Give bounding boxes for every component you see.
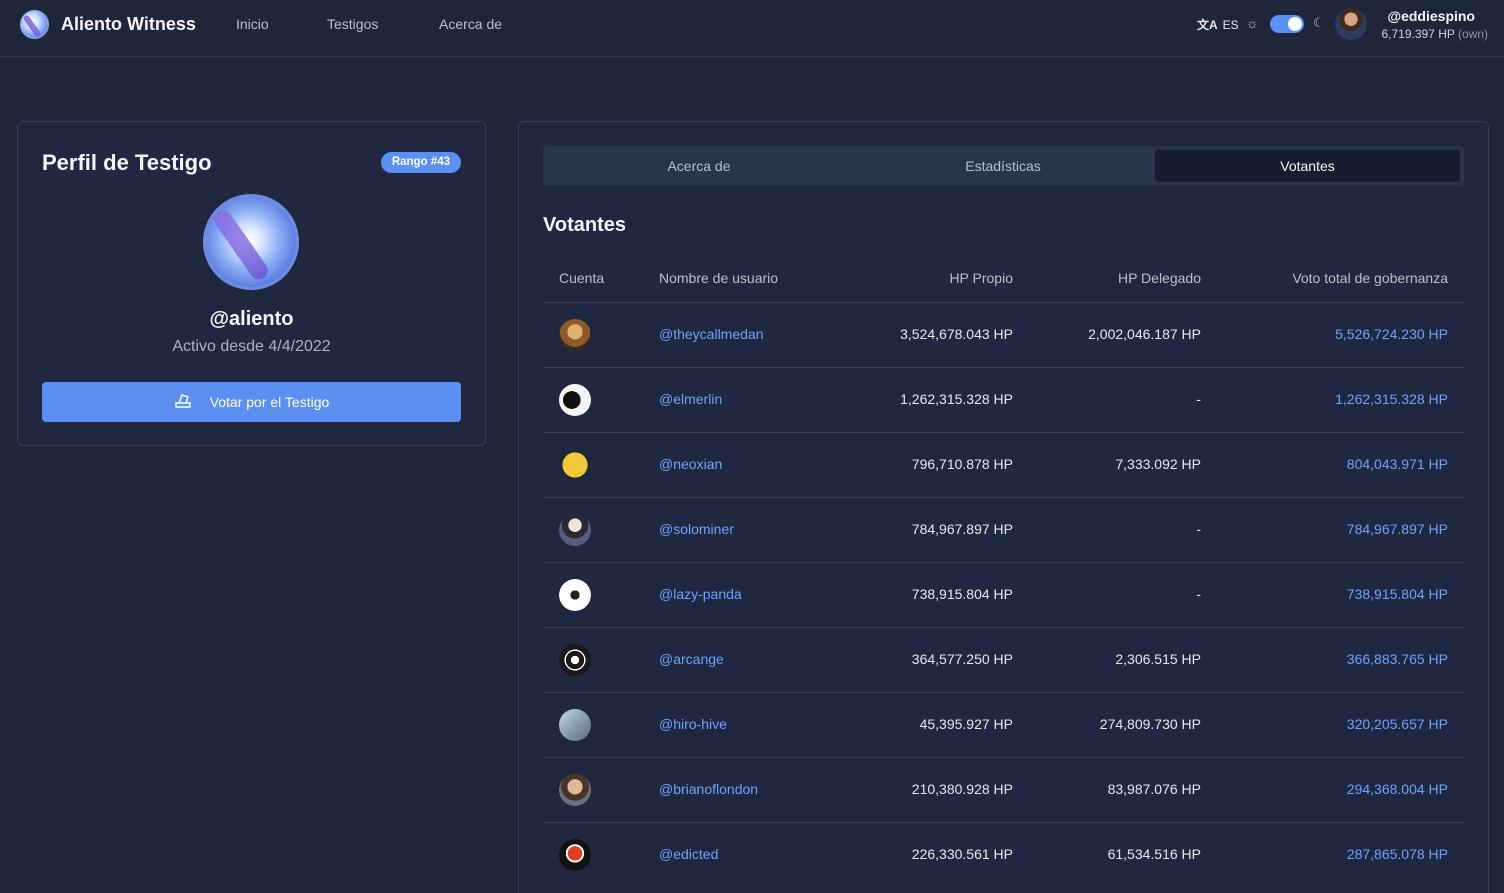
user-hp-value: 6,719.397 HP [1381, 27, 1455, 41]
aliento-logo-icon [20, 9, 49, 39]
avatar[interactable] [559, 514, 591, 546]
brand[interactable]: Aliento Witness [20, 8, 196, 40]
avatar[interactable] [559, 449, 591, 481]
voter-username[interactable]: @arcange [659, 651, 724, 667]
avatar[interactable] [559, 384, 591, 416]
avatar[interactable] [559, 644, 591, 676]
user-handle[interactable]: @eddiespino [1387, 8, 1475, 24]
column-header-username: Nombre de usuario [659, 270, 779, 286]
voter-total-vote[interactable]: 804,043.971 HP [1347, 456, 1448, 472]
column-header-own-hp: HP Propio [949, 270, 1013, 286]
voter-own-hp: 364,577.250 HP [911, 651, 1013, 667]
avatar[interactable] [559, 839, 591, 871]
user-hp: 6,719.397 HP (own) [1381, 27, 1488, 41]
language-selector[interactable]: 文A ES [1197, 16, 1239, 33]
voter-own-hp: 45,395.927 HP [919, 716, 1013, 732]
table-row: @solominer 784,967.897 HP - 784,967.897 … [543, 497, 1464, 562]
nav-link-inicio[interactable]: Inicio [236, 16, 269, 32]
voter-total-vote[interactable]: 366,883.765 HP [1347, 651, 1448, 667]
voter-delegated-hp: 2,002,046.187 HP [1088, 326, 1201, 342]
voter-own-hp: 3,524,678.043 HP [900, 326, 1013, 342]
moon-icon: ☾ [1313, 15, 1325, 30]
avatar[interactable] [559, 774, 591, 806]
voter-total-vote[interactable]: 784,967.897 HP [1347, 521, 1448, 537]
voter-delegated-hp: - [1196, 586, 1201, 602]
tab-estadisticas[interactable]: Estadísticas [851, 150, 1155, 182]
translate-icon: 文A [1197, 18, 1218, 32]
theme-toggle[interactable] [1270, 15, 1304, 33]
voter-delegated-hp: 7,333.092 HP [1115, 456, 1201, 472]
tab-bar: Acerca de Estadísticas Votantes [543, 146, 1464, 186]
voter-username[interactable]: @edicted [659, 846, 718, 862]
voter-delegated-hp: 274,809.730 HP [1099, 716, 1201, 732]
table-row: @lazy-panda 738,915.804 HP - 738,915.804… [543, 562, 1464, 627]
avatar[interactable] [559, 579, 591, 611]
voter-own-hp: 1,262,315.328 HP [900, 391, 1013, 407]
table-row: @hiro-hive 45,395.927 HP 274,809.730 HP … [543, 692, 1464, 757]
voter-username[interactable]: @brianoflondon [659, 781, 758, 797]
table-row: @edicted 226,330.561 HP 61,534.516 HP 28… [543, 822, 1464, 887]
nav-link-testigos[interactable]: Testigos [327, 16, 378, 32]
voter-delegated-hp: 83,987.076 HP [1107, 781, 1201, 797]
voter-username[interactable]: @neoxian [659, 456, 722, 472]
nav-link-acerca-de[interactable]: Acerca de [439, 16, 502, 32]
voter-own-hp: 738,915.804 HP [911, 586, 1013, 602]
tab-acerca-de[interactable]: Acerca de [547, 150, 851, 182]
voter-total-vote[interactable]: 738,915.804 HP [1347, 586, 1448, 602]
voter-total-vote[interactable]: 1,262,315.328 HP [1335, 391, 1448, 407]
voter-username[interactable]: @hiro-hive [659, 716, 727, 732]
column-header-cuenta: Cuenta [559, 270, 605, 286]
column-header-delegated-hp: HP Delegado [1117, 270, 1201, 286]
voter-own-hp: 226,330.561 HP [911, 846, 1013, 862]
voter-total-vote[interactable]: 5,526,724.230 HP [1335, 326, 1448, 342]
voter-username[interactable]: @solominer [659, 521, 734, 537]
voter-delegated-hp: 61,534.516 HP [1107, 846, 1201, 862]
voter-own-hp: 796,710.878 HP [911, 456, 1013, 472]
rank-badge: Rango #43 [380, 152, 461, 173]
voters-table: @theycallmedan 3,524,678.043 HP 2,002,04… [543, 302, 1464, 887]
ballot-box-icon [174, 391, 192, 414]
language-code: ES [1222, 17, 1239, 32]
voter-own-hp: 784,967.897 HP [911, 521, 1013, 537]
voter-delegated-hp: - [1196, 521, 1201, 537]
brand-name: Aliento Witness [61, 13, 196, 34]
witness-active-since: Activo desde 4/4/2022 [172, 338, 331, 355]
profile-title: Perfil de Testigo [42, 150, 212, 175]
top-navigation-bar: Aliento Witness Inicio Testigos Acerca d… [0, 0, 1504, 57]
witness-profile-card: Perfil de Testigo Rango #43 @aliento Act… [17, 121, 486, 446]
table-row: @theycallmedan 3,524,678.043 HP 2,002,04… [543, 302, 1464, 367]
user-avatar[interactable] [1335, 8, 1367, 40]
toggle-knob [1288, 17, 1302, 31]
user-hp-note: (own) [1457, 27, 1488, 41]
table-row: @arcange 364,577.250 HP 2,306.515 HP 366… [543, 627, 1464, 692]
avatar[interactable] [559, 709, 591, 741]
voter-delegated-hp: 2,306.515 HP [1115, 651, 1201, 667]
witness-handle: @aliento [209, 308, 294, 330]
voter-username[interactable]: @theycallmedan [659, 326, 764, 342]
avatar[interactable] [559, 319, 591, 351]
voter-own-hp: 210,380.928 HP [911, 781, 1013, 797]
vote-witness-button[interactable]: Votar por el Testigo [42, 382, 461, 422]
table-row: @elmerlin 1,262,315.328 HP - 1,262,315.3… [543, 367, 1464, 432]
voter-username[interactable]: @elmerlin [659, 391, 722, 407]
column-header-total-vote: Voto total de gobernanza [1292, 270, 1448, 286]
voter-total-vote[interactable]: 294,368.004 HP [1347, 781, 1448, 797]
table-row: @brianoflondon 210,380.928 HP 83,987.076… [543, 757, 1464, 822]
voter-total-vote[interactable]: 320,205.657 HP [1347, 716, 1448, 732]
voter-total-vote[interactable]: 287,865.078 HP [1347, 846, 1448, 862]
sun-icon: ☼ [1246, 15, 1259, 31]
section-title: Votantes [543, 214, 626, 236]
witness-avatar [203, 194, 299, 290]
voter-username[interactable]: @lazy-panda [659, 586, 742, 602]
table-row: @neoxian 796,710.878 HP 7,333.092 HP 804… [543, 432, 1464, 497]
witness-details-card: Acerca de Estadísticas Votantes Votantes… [518, 121, 1489, 893]
vote-button-label: Votar por el Testigo [209, 394, 330, 410]
voter-delegated-hp: - [1196, 391, 1201, 407]
tab-votantes[interactable]: Votantes [1155, 150, 1460, 182]
